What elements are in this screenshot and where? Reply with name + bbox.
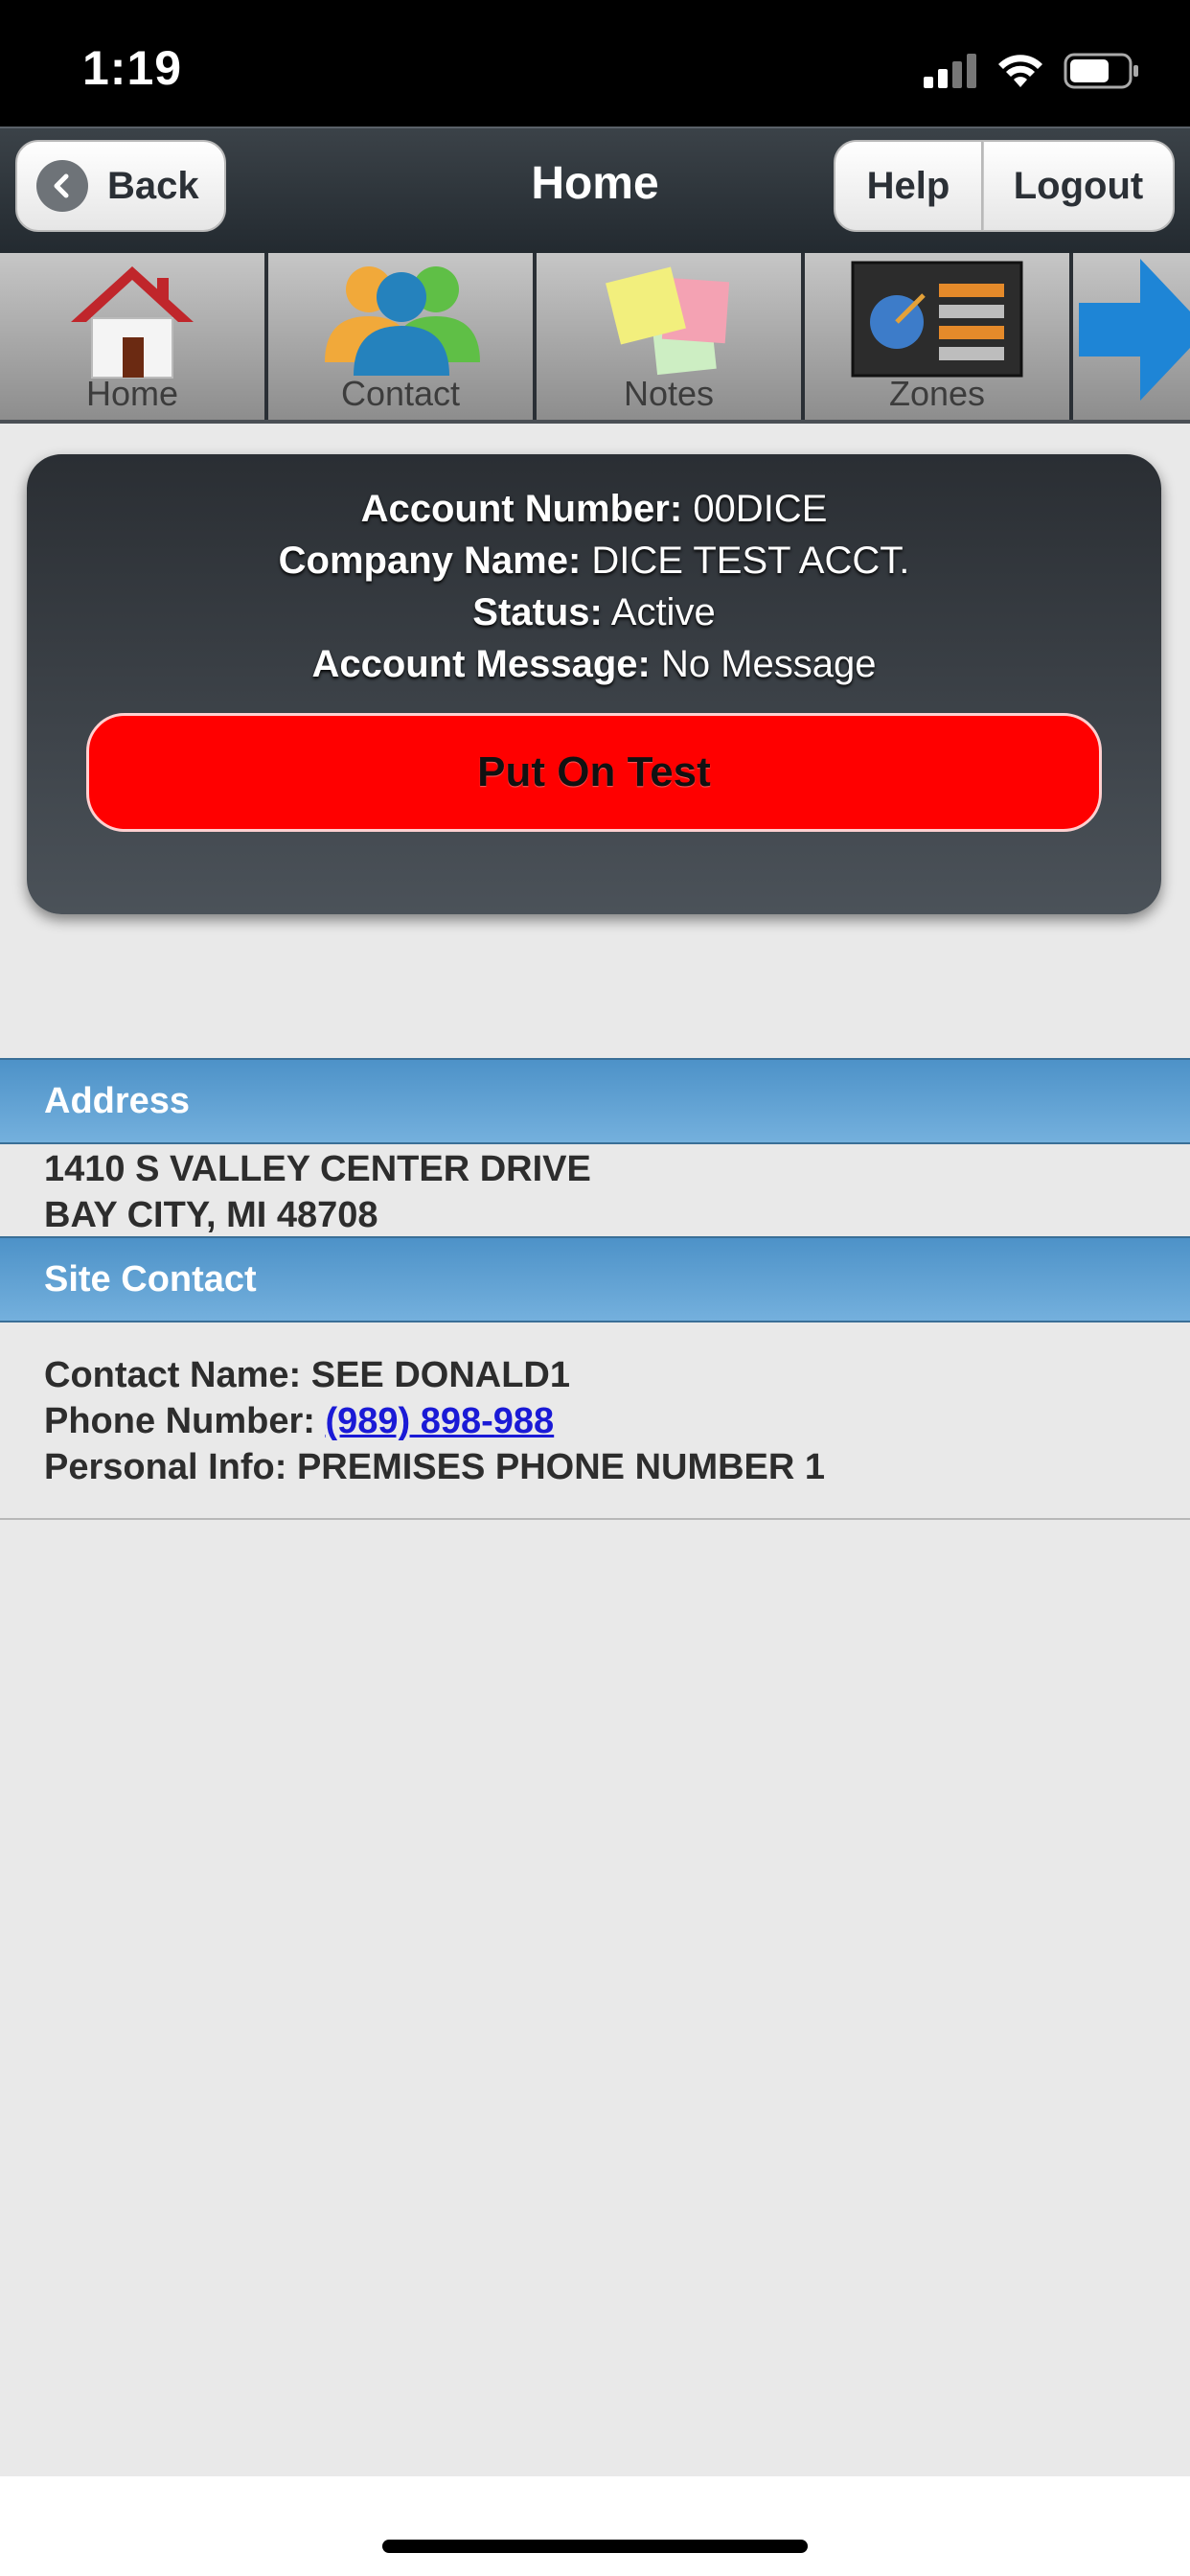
logout-button[interactable]: Logout xyxy=(983,140,1175,232)
toolbar-label: Home xyxy=(85,374,179,413)
account-number-row: Account Number: 00DICE xyxy=(27,483,1161,535)
status-bar: 1:19 xyxy=(0,0,1190,126)
account-number-label: Account Number: xyxy=(360,488,683,530)
status-value: Active xyxy=(610,591,716,633)
wifi-icon xyxy=(998,55,1042,87)
account-card: Account Number: 00DICE Company Name: DIC… xyxy=(27,454,1161,914)
address-line-1: 1410 S VALLEY CENTER DRIVE xyxy=(44,1149,591,1189)
help-button[interactable]: Help xyxy=(834,140,983,232)
status-icons xyxy=(924,50,1140,92)
company-name-label: Company Name: xyxy=(278,540,582,582)
sticky-notes-icon xyxy=(606,266,730,376)
back-label: Back xyxy=(107,164,199,207)
account-message-label: Account Message: xyxy=(311,643,651,685)
toolbar-label: Notes xyxy=(623,374,715,413)
cellular-signal-icon xyxy=(924,54,976,88)
toolbar-label: Zones xyxy=(888,374,986,413)
site-contact-body: Contact Name: SEE DONALD1 Phone Number: … xyxy=(44,1352,825,1490)
home-indicator[interactable] xyxy=(382,2540,808,2553)
phone-number-label: Phone Number: xyxy=(44,1401,315,1441)
account-message-row: Account Message: No Message xyxy=(27,638,1161,690)
toolbar-item-zones[interactable]: Zones xyxy=(805,253,1069,420)
toolbar-item-contact[interactable]: Contact xyxy=(268,253,533,420)
company-name-value: DICE TEST ACCT. xyxy=(591,540,910,582)
right-arrow-icon xyxy=(1079,259,1190,401)
toolbar-label: Contact xyxy=(340,374,461,413)
personal-info-label: Personal Info: xyxy=(44,1447,287,1487)
status-time: 1:19 xyxy=(82,41,183,95)
toolbar-item-notes[interactable]: Notes xyxy=(537,253,801,420)
zones-icon xyxy=(851,261,1023,378)
status-label: Status: xyxy=(472,591,603,633)
toolbar-next[interactable] xyxy=(1073,253,1190,420)
contacts-icon xyxy=(325,266,480,376)
toolbar-item-home[interactable]: Home xyxy=(0,253,264,420)
nav-header: Back Home Help Logout xyxy=(0,126,1190,253)
put-on-test-button[interactable]: Put On Test xyxy=(86,713,1102,832)
phone-number-row: Phone Number: (989) 898-988 xyxy=(44,1398,825,1444)
contact-name-row: Contact Name: SEE DONALD1 xyxy=(44,1352,825,1398)
battery-icon xyxy=(1064,53,1138,89)
personal-info-value: PREMISES PHONE NUMBER 1 xyxy=(296,1447,826,1487)
account-message-value: No Message xyxy=(660,643,877,685)
address-line-2: BAY CITY, MI 48708 xyxy=(44,1195,378,1235)
account-info: Account Number: 00DICE Company Name: DIC… xyxy=(27,483,1161,690)
house-icon xyxy=(71,266,194,379)
address-body: 1410 S VALLEY CENTER DRIVE BAY CITY, MI … xyxy=(44,1146,591,1238)
back-button[interactable]: Back xyxy=(15,140,226,232)
home-indicator-area xyxy=(0,2476,1190,2576)
address-header: Address xyxy=(0,1058,1190,1144)
back-chevron-icon xyxy=(36,160,88,212)
header-actions: Help Logout xyxy=(834,140,1175,232)
phone-number-link[interactable]: (989) 898-988 xyxy=(325,1401,554,1441)
status-row: Status: Active xyxy=(27,586,1161,638)
account-number-value: 00DICE xyxy=(693,488,828,530)
section-divider xyxy=(0,1518,1190,1520)
icon-toolbar: Home Contact Notes Zones xyxy=(0,253,1190,424)
personal-info-row: Personal Info: PREMISES PHONE NUMBER 1 xyxy=(44,1444,825,1490)
site-contact-header: Site Contact xyxy=(0,1236,1190,1322)
contact-name-label: Contact Name: xyxy=(44,1355,302,1395)
company-name-row: Company Name: DICE TEST ACCT. xyxy=(27,535,1161,586)
contact-name-value: SEE DONALD1 xyxy=(310,1355,570,1395)
